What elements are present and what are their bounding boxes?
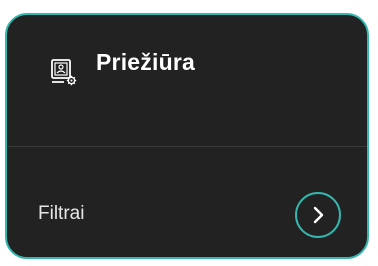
open-filters-button[interactable] [295, 192, 341, 238]
card-header: Priežiūra [7, 15, 367, 146]
list-item-label: Filtrai [38, 203, 85, 224]
maintenance-icon [50, 58, 80, 88]
maintenance-card: Priežiūra Filtrai [5, 13, 369, 259]
chevron-right-icon [313, 206, 324, 224]
list-item-filters[interactable]: Filtrai [7, 147, 367, 257]
card-title: Priežiūra [96, 49, 195, 75]
